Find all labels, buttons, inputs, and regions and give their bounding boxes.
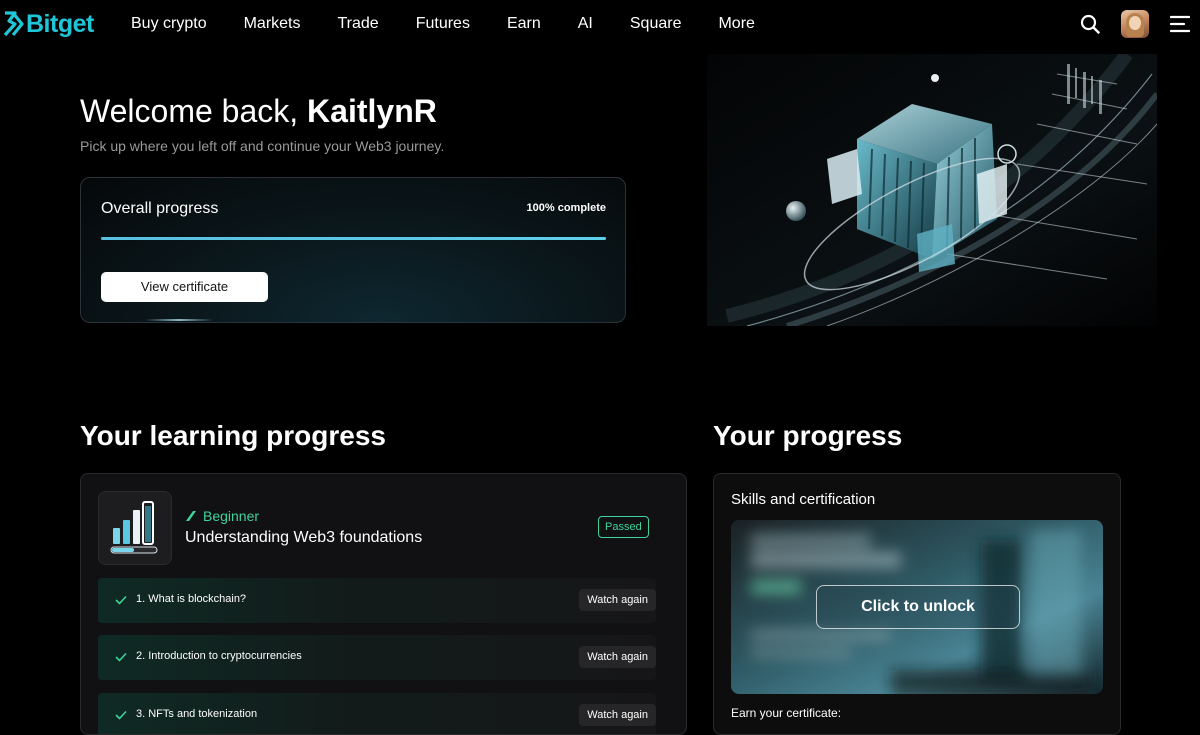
check-icon bbox=[115, 710, 127, 720]
overall-progress-percent: 100% complete bbox=[526, 202, 606, 214]
welcome-heading: Welcome back, KaitlynR bbox=[80, 92, 437, 130]
watch-again-button[interactable]: Watch again bbox=[579, 589, 656, 611]
view-certificate-button[interactable]: View certificate bbox=[101, 272, 268, 302]
nav-more[interactable]: More bbox=[718, 14, 754, 34]
search-icon[interactable] bbox=[1080, 14, 1100, 34]
certificate-preview-blurred: Click to unlock bbox=[731, 520, 1103, 694]
course-title: Understanding Web3 foundations bbox=[185, 529, 423, 546]
beginner-level-icon bbox=[186, 511, 196, 521]
bitget-logo[interactable]: Bitget bbox=[2, 8, 94, 40]
nav-square[interactable]: Square bbox=[630, 14, 682, 34]
nav-links: Buy crypto Markets Trade Futures Earn AI… bbox=[131, 14, 792, 34]
lesson-item[interactable]: 3. NFTs and tokenization Watch again bbox=[98, 693, 656, 734]
check-icon bbox=[115, 595, 127, 605]
bitget-logo-icon bbox=[3, 11, 24, 37]
course-thumbnail bbox=[98, 491, 172, 565]
your-progress-heading: Your progress bbox=[713, 420, 903, 451]
lesson-title: 3. NFTs and tokenization bbox=[136, 708, 258, 720]
watch-again-button[interactable]: Watch again bbox=[579, 646, 656, 668]
bar-chart-icon bbox=[110, 501, 158, 554]
nav-buy-crypto[interactable]: Buy crypto bbox=[131, 14, 207, 34]
learning-progress-card: Beginner Understanding Web3 foundations … bbox=[80, 473, 687, 735]
lesson-item[interactable]: 1. What is blockchain? Watch again bbox=[98, 578, 656, 623]
check-icon bbox=[115, 652, 127, 662]
nav-futures[interactable]: Futures bbox=[416, 14, 470, 34]
overall-progress-card: Overall progress 100% complete View cert… bbox=[80, 177, 626, 323]
lesson-item[interactable]: 2. Introduction to cryptocurrencies Watc… bbox=[98, 635, 656, 680]
welcome-username: KaitlynR bbox=[307, 93, 437, 129]
watch-again-button[interactable]: Watch again bbox=[579, 704, 656, 726]
skills-title: Skills and certification bbox=[731, 491, 876, 508]
lesson-title: 2. Introduction to cryptocurrencies bbox=[136, 650, 302, 662]
course-level-label: Beginner bbox=[203, 508, 260, 524]
earn-certificate-label: Earn your certificate: bbox=[731, 706, 842, 720]
nav-ai[interactable]: AI bbox=[578, 14, 593, 34]
welcome-subtitle: Pick up where you left off and continue … bbox=[80, 138, 445, 154]
nav-markets[interactable]: Markets bbox=[244, 14, 301, 34]
card-glow-decoration bbox=[145, 319, 213, 321]
logo-text: Bitget bbox=[26, 9, 94, 38]
welcome-greeting: Welcome back, bbox=[80, 93, 308, 129]
overall-progress-fill bbox=[101, 237, 606, 240]
status-badge: Passed bbox=[598, 516, 649, 538]
hero-cube-illustration bbox=[707, 54, 1157, 326]
top-nav: Bitget Buy crypto Markets Trade Futures … bbox=[0, 0, 1200, 48]
overall-progress-bar bbox=[101, 237, 606, 240]
click-to-unlock-button[interactable]: Click to unlock bbox=[816, 585, 1020, 629]
learning-progress-heading: Your learning progress bbox=[80, 420, 386, 451]
course-level: Beginner bbox=[185, 508, 259, 524]
user-avatar[interactable] bbox=[1121, 10, 1149, 38]
lesson-title: 1. What is blockchain? bbox=[136, 593, 247, 605]
avatar-face bbox=[1129, 16, 1141, 30]
nav-trade[interactable]: Trade bbox=[338, 14, 379, 34]
nav-earn[interactable]: Earn bbox=[507, 14, 541, 34]
overall-progress-title: Overall progress bbox=[101, 200, 219, 217]
hamburger-menu-icon[interactable] bbox=[1170, 15, 1190, 33]
skills-certification-card: Skills and certification Click to unlock… bbox=[713, 473, 1121, 735]
